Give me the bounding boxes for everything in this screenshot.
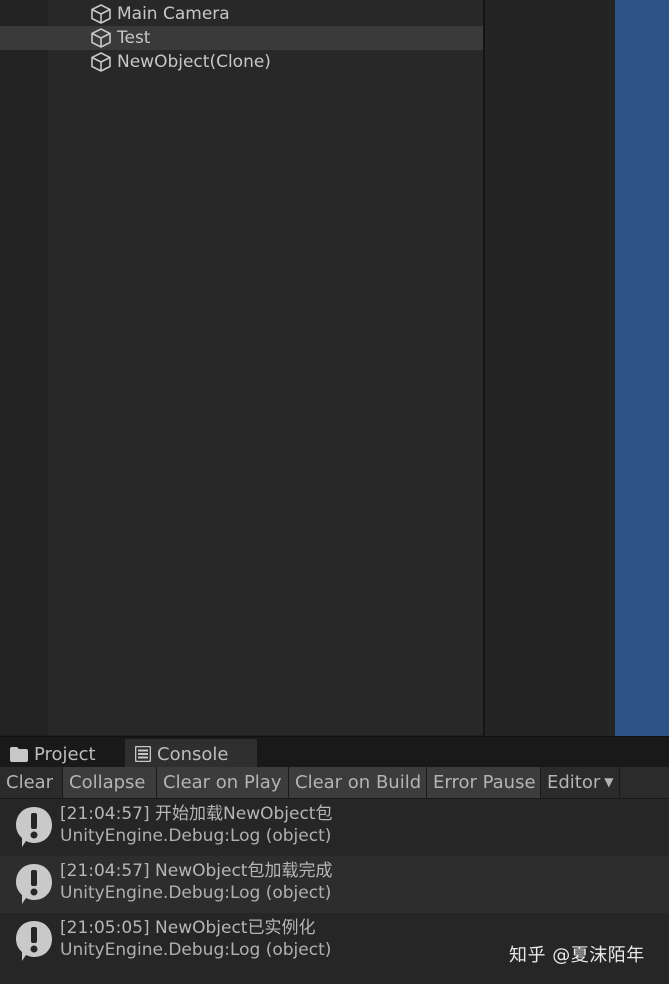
log-message: [21:05:05] NewObject已实例化 [60,918,316,938]
log-info-icon [14,919,54,963]
cube-icon [90,28,112,48]
editor-dropdown[interactable]: Editor ▼ [541,767,620,798]
clear-on-build-toggle[interactable]: Clear on Build [289,767,427,798]
hierarchy-panel: Main Camera Test NewObject(Clone) [0,0,483,735]
console-icon [134,745,152,763]
collapse-toggle[interactable]: Collapse [63,767,157,798]
hierarchy-gutter [0,0,48,735]
cube-icon [90,4,112,24]
log-source: UnityEngine.Debug:Log (object) [60,826,332,846]
cube-icon [90,52,112,72]
watermark: 知乎 @夏沫陌年 [509,945,645,966]
chevron-down-icon: ▼ [604,775,614,789]
tab-console[interactable]: Console [125,739,257,768]
console-log-entry[interactable]: [21:04:57] NewObject包加载完成 UnityEngine.Deb… [0,856,669,913]
log-message: [21:04:57] NewObject包加载完成 [60,861,333,881]
console-toolbar: Clear Collapse Clear on Play Clear on Bu… [0,767,669,799]
editor-dropdown-label: Editor [547,772,601,793]
hierarchy-item[interactable]: NewObject(Clone) [0,50,483,74]
scene-skybox [615,0,669,736]
clear-button[interactable]: Clear [0,767,63,798]
log-info-icon [14,862,54,906]
folder-icon [10,747,28,762]
error-pause-toggle[interactable]: Error Pause [427,767,541,798]
tab-console-label: Console [157,744,229,765]
tab-project[interactable]: Project [10,739,96,768]
log-message: [21:04:57] 开始加载NewObject包 [60,804,333,824]
log-info-icon [14,805,54,849]
log-source: UnityEngine.Debug:Log (object) [60,883,332,903]
hierarchy-item[interactable]: Test [0,26,483,50]
hierarchy-list: Main Camera Test NewObject(Clone) [0,2,483,74]
tab-project-label: Project [34,744,96,765]
hierarchy-item-label: Test [117,28,151,48]
clear-on-play-toggle[interactable]: Clear on Play [157,767,289,798]
console-log-entry[interactable]: [21:04:57] 开始加载NewObject包 UnityEngine.Deb… [0,799,669,856]
hierarchy-item-label: Main Camera [117,4,230,24]
scene-view[interactable] [485,0,669,736]
hierarchy-item[interactable]: Main Camera [0,2,483,26]
bottom-tab-bar: Project Console [0,736,669,768]
hierarchy-item-label: NewObject(Clone) [117,52,271,72]
